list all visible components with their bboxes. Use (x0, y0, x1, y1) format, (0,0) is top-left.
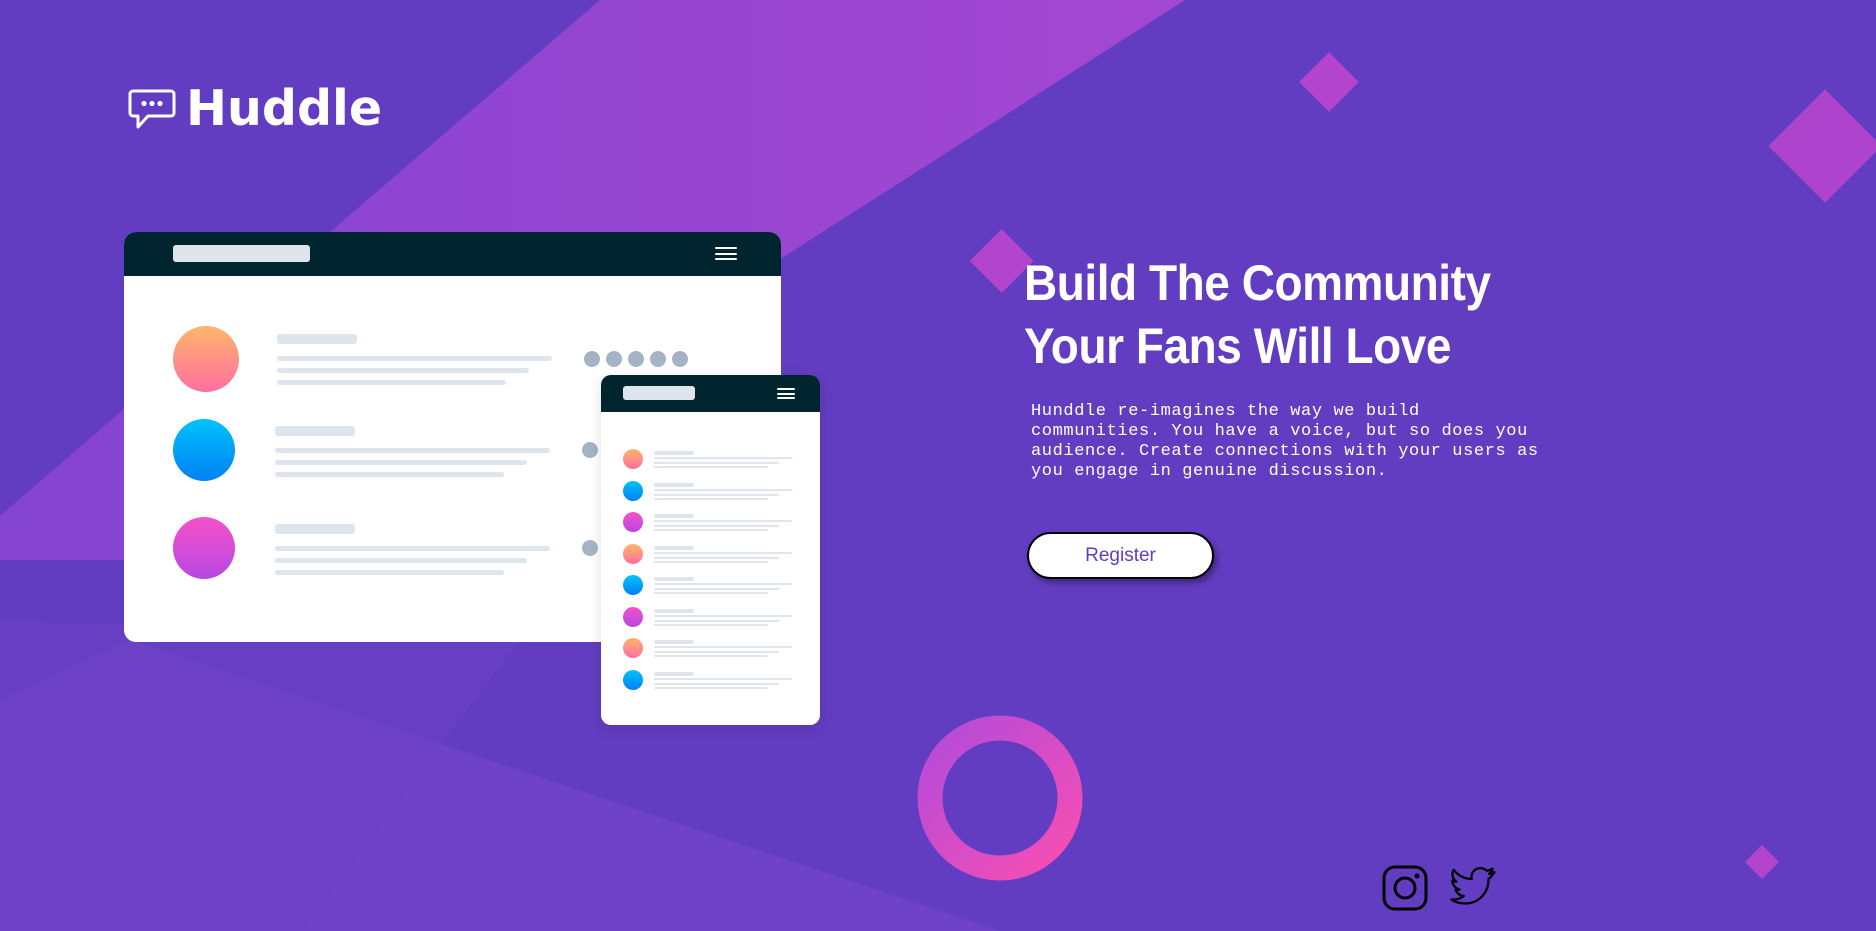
register-button[interactable]: Register (1027, 532, 1214, 579)
instagram-icon (1382, 865, 1428, 911)
decor-diamond (1745, 845, 1779, 879)
hamburger-icon (715, 247, 737, 260)
logo[interactable]: Huddle (128, 84, 382, 133)
mockup-header (601, 375, 820, 412)
avatar (173, 419, 235, 481)
hero-description: Hunddle re-imagines the way we build com… (1031, 402, 1539, 481)
hero-title-line-1: Build The Community (1024, 255, 1491, 311)
twitter-link[interactable] (1450, 864, 1498, 912)
avatar (173, 517, 235, 579)
hamburger-icon (777, 388, 795, 399)
hero-title-line-2: Your Fans Will Love (1024, 318, 1452, 374)
mobile-mockup (601, 375, 820, 725)
avatar (173, 326, 239, 392)
decor-ring (917, 715, 1083, 881)
hero-title: Build The Community Your Fans Will Love (1024, 252, 1491, 378)
instagram-link[interactable] (1381, 864, 1429, 912)
mockup-header (124, 232, 781, 276)
mockup-title-placeholder (623, 386, 695, 400)
brand-name: Huddle (186, 80, 383, 137)
mockup-title-placeholder (173, 245, 310, 262)
decor-diamond (1299, 52, 1359, 112)
twitter-icon (1450, 867, 1496, 905)
decor-diamond (1768, 89, 1876, 203)
chat-bubble-icon (128, 89, 176, 128)
